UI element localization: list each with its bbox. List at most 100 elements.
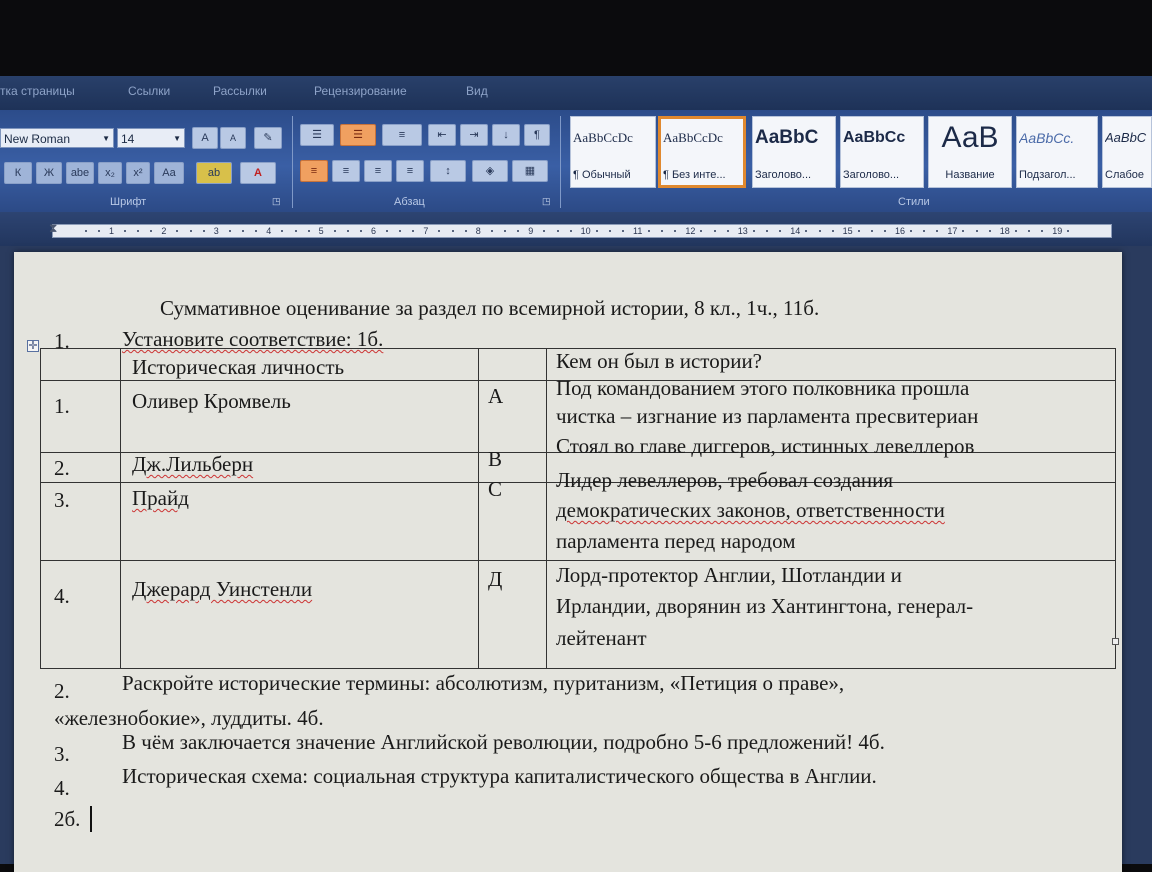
border-icon: ▦ bbox=[524, 165, 536, 177]
ruler-tick bbox=[936, 230, 939, 232]
person-name: Оливер Кромвель bbox=[132, 389, 291, 413]
style-title[interactable]: АаВ Название bbox=[928, 116, 1012, 188]
font-name-select[interactable]: New Roman ▼ bbox=[0, 128, 114, 148]
align-left-button[interactable]: ≡ bbox=[300, 160, 328, 182]
decrease-indent-button[interactable]: ⇤ bbox=[428, 124, 456, 146]
person-name: Прайд bbox=[132, 486, 189, 510]
task4-points: 2б. bbox=[54, 807, 81, 831]
task3-number: 3. bbox=[54, 742, 70, 766]
style-preview: AaBbCc bbox=[843, 129, 906, 146]
ruler-number: 14 bbox=[790, 226, 801, 236]
style-name: Слабое bbox=[1105, 169, 1145, 181]
ruler-tick bbox=[1067, 230, 1070, 232]
eraser-icon: ✎ bbox=[263, 132, 273, 144]
task4-text: Историческая схема: социальная структура… bbox=[122, 764, 877, 788]
ruler-number: 8 bbox=[475, 226, 481, 236]
tab-view[interactable]: Вид bbox=[466, 84, 488, 98]
font-size-select[interactable]: 14 ▼ bbox=[117, 128, 185, 148]
ruler-number: 1 bbox=[109, 226, 115, 236]
shrink-font-button[interactable]: A bbox=[220, 127, 246, 149]
role-description: Лорд-протектор Англии, Шотландии и bbox=[556, 563, 902, 587]
role-description: лейтенант bbox=[556, 626, 647, 650]
increase-indent-button[interactable]: ⇥ bbox=[460, 124, 488, 146]
ruler-tick bbox=[202, 230, 205, 232]
role-description: Ирландии, дворянин из Хантингтона, генер… bbox=[556, 594, 974, 618]
line-spacing-button[interactable]: ↕ bbox=[430, 160, 466, 182]
highlight-button[interactable]: ab bbox=[196, 162, 232, 184]
ruler-tick bbox=[307, 230, 310, 232]
table-move-handle[interactable]: ✛ bbox=[27, 340, 39, 352]
font-color-button[interactable]: A bbox=[240, 162, 276, 184]
style-subtle-emphasis[interactable]: AaBbC Слабое bbox=[1102, 116, 1152, 188]
align-center-icon: ≡ bbox=[342, 165, 350, 177]
italic-button[interactable]: К bbox=[4, 162, 32, 184]
table-border bbox=[40, 668, 1116, 669]
style-name: Заголово... bbox=[755, 169, 812, 181]
tab-mailings[interactable]: Рассылки bbox=[213, 84, 267, 98]
tab-references[interactable]: Ссылки bbox=[128, 84, 170, 98]
table-resize-handle[interactable] bbox=[1112, 638, 1119, 645]
align-right-button[interactable]: ≡ bbox=[364, 160, 392, 182]
role-letter: А bbox=[488, 384, 504, 408]
ruler-tick bbox=[150, 230, 153, 232]
bullets-button[interactable]: ☰ bbox=[300, 124, 334, 146]
show-marks-button[interactable]: ¶ bbox=[524, 124, 550, 146]
superscript-button[interactable]: x² bbox=[126, 162, 150, 184]
task2-line2: «железнобокие», луддиты. 4б. bbox=[54, 706, 324, 730]
strikethrough-button[interactable]: abe bbox=[66, 162, 94, 184]
tab-review[interactable]: Рецензирование bbox=[314, 84, 407, 98]
dialog-launcher-icon[interactable]: ◳ bbox=[542, 196, 551, 207]
ruler-tick bbox=[556, 230, 559, 232]
ruler-number: 9 bbox=[528, 226, 534, 236]
role-description: Под командованием этого полковника прошл… bbox=[556, 376, 970, 400]
row-number: 3. bbox=[54, 488, 70, 512]
style-normal[interactable]: AaBbCcDc ¶ Обычный bbox=[570, 116, 656, 188]
ruler-tick bbox=[412, 230, 415, 232]
table-border bbox=[40, 560, 1116, 561]
align-justify-icon: ≡ bbox=[406, 165, 414, 177]
dialog-launcher-icon[interactable]: ◳ bbox=[272, 196, 281, 207]
change-case-button[interactable]: Aa bbox=[154, 162, 184, 184]
ruler-tick bbox=[189, 230, 192, 232]
justify-button[interactable]: ≡ bbox=[396, 160, 424, 182]
sort-button[interactable]: ↓ bbox=[492, 124, 520, 146]
sort-icon: ↓ bbox=[503, 129, 509, 141]
multilevel-list-button[interactable]: ≡ bbox=[382, 124, 422, 146]
indent-marker-icon[interactable]: ⧗ bbox=[49, 221, 57, 236]
numbering-button[interactable]: ☰ bbox=[340, 124, 376, 146]
subscript-button[interactable]: x₂ bbox=[98, 162, 122, 184]
table-border bbox=[478, 348, 479, 668]
row-number: 4. bbox=[54, 584, 70, 608]
pilcrow-icon: ¶ bbox=[534, 129, 540, 141]
ruler-tick bbox=[490, 230, 493, 232]
clear-format-button[interactable]: ✎ bbox=[254, 127, 282, 149]
ruler-number: 7 bbox=[423, 226, 429, 236]
underline-button[interactable]: Ж bbox=[36, 162, 62, 184]
horizontal-ruler[interactable]: ⧗ 1 2 3 4 5 6 7 8 9 10 11 12 13 14 15 16 17 18 19 bbox=[49, 221, 1112, 238]
ruler-tick bbox=[713, 230, 716, 232]
task4-number: 4. bbox=[54, 776, 70, 800]
tab-page-layout[interactable]: тка страницы bbox=[0, 84, 75, 98]
style-no-spacing[interactable]: AaBbCcDc ¶ Без инте... bbox=[658, 116, 746, 188]
ruler-number: 18 bbox=[999, 226, 1010, 236]
grow-font-button[interactable]: A bbox=[192, 127, 218, 149]
ruler-number: 13 bbox=[737, 226, 748, 236]
ruler-number: 17 bbox=[947, 226, 958, 236]
text-cursor bbox=[90, 806, 92, 832]
align-center-button[interactable]: ≡ bbox=[332, 160, 360, 182]
ruler-tick bbox=[137, 230, 140, 232]
align-right-icon: ≡ bbox=[374, 165, 382, 177]
style-subtitle[interactable]: AaBbCc. Подзагол... bbox=[1016, 116, 1098, 188]
ruler-number: 19 bbox=[1052, 226, 1063, 236]
paragraph-group-label: Абзац bbox=[394, 196, 425, 208]
ruler-tick bbox=[661, 230, 664, 232]
indent-decrease-icon: ⇤ bbox=[437, 129, 447, 141]
shading-button[interactable]: ◈ bbox=[472, 160, 508, 182]
font-size-value: 14 bbox=[121, 132, 135, 146]
style-heading-2[interactable]: AaBbCc Заголово... bbox=[840, 116, 924, 188]
borders-button[interactable]: ▦ bbox=[512, 160, 548, 182]
style-preview: AaBbCc. bbox=[1019, 130, 1075, 146]
ruler-number: 6 bbox=[371, 226, 377, 236]
align-left-icon: ≡ bbox=[310, 165, 318, 177]
style-heading-1[interactable]: AaBbC Заголово... bbox=[752, 116, 836, 188]
